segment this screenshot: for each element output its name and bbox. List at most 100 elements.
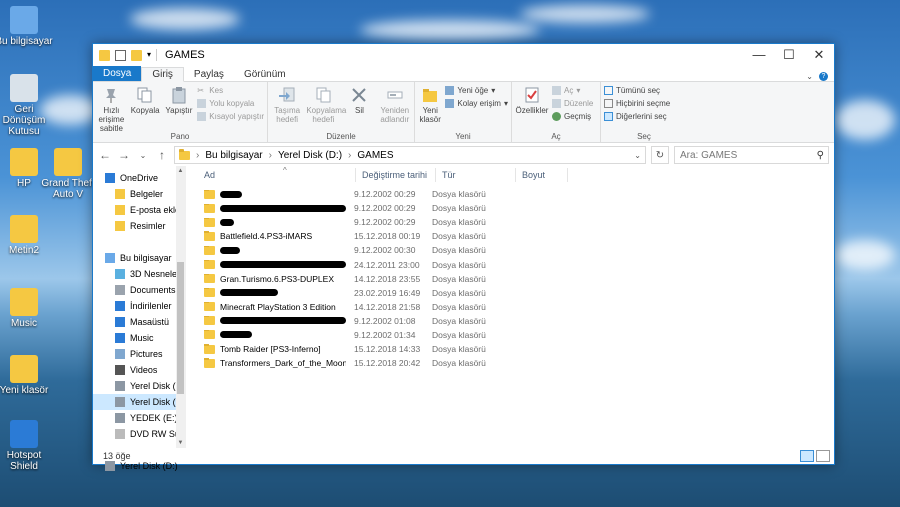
desktop-icon[interactable]: Metin2 <box>0 215 54 256</box>
folder-icon <box>54 148 82 176</box>
type-cell: Dosya klasörü <box>432 259 486 270</box>
desktop-icon[interactable]: Hotspot Shield <box>0 420 54 472</box>
search-input[interactable]: Ara: GAMES ⚲ <box>674 146 829 164</box>
column-date[interactable]: Değiştirme tarihi <box>356 168 436 182</box>
column-type[interactable]: Tür <box>436 168 516 182</box>
close-button[interactable]: ✕ <box>804 44 834 66</box>
large-icons-view-icon[interactable] <box>816 450 830 462</box>
nav-item[interactable]: DVD RW Sürücüsü <box>93 426 185 442</box>
move-to-button[interactable]: Taşıma hedefi <box>271 84 303 130</box>
select-all-button[interactable]: Tümünü seç <box>604 86 670 95</box>
details-view-icon[interactable] <box>800 450 814 462</box>
properties-button[interactable]: Özellikler <box>515 84 549 130</box>
nav-item[interactable]: Pictures <box>93 346 185 362</box>
desktop-icon[interactable]: Yeni klasör <box>0 355 54 396</box>
open-button[interactable]: Aç ▾ <box>552 86 593 95</box>
column-size[interactable]: Boyut <box>516 168 568 182</box>
table-row[interactable]: 24.12.2011 23:00 Dosya klasörü <box>186 257 834 271</box>
scroll-up-icon[interactable]: ▲ <box>176 168 185 174</box>
cut-button[interactable]: ✂ Kes <box>197 86 264 95</box>
copy-path-button[interactable]: Yolu kopyala <box>197 99 264 108</box>
desktop-icon[interactable]: Grand Theft Auto V <box>38 148 98 200</box>
table-row[interactable]: 9.12.2002 00:29 Dosya klasörü <box>186 187 834 201</box>
table-row[interactable]: 23.02.2019 16:49 Dosya klasörü <box>186 286 834 300</box>
table-row[interactable]: 9.12.2002 01:08 Dosya klasörü <box>186 314 834 328</box>
nav-item-label: İndirilenler <box>130 301 172 311</box>
help-icon[interactable]: ? <box>819 72 828 81</box>
new-folder-icon[interactable] <box>131 49 142 61</box>
nav-item[interactable]: Documents <box>93 282 185 298</box>
nav-item[interactable]: Bu bilgisayar <box>93 250 185 266</box>
table-row[interactable]: Tomb Raider [PS3-Inferno] 15.12.2018 14:3… <box>186 342 834 356</box>
folder-icon <box>204 245 215 255</box>
invert-selection-button[interactable]: Diğerlerini seç <box>604 112 670 121</box>
chevron-down-icon[interactable]: ⌄ <box>806 72 813 81</box>
table-row[interactable]: 9.12.2002 00:29 Dosya klasörü <box>186 201 834 215</box>
nav-item[interactable]: E-posta ekleri <box>93 202 185 218</box>
nav-item[interactable]: İndirilenler <box>93 298 185 314</box>
nav-item-label: YEDEK (E:) <box>130 413 178 423</box>
delete-button[interactable]: Sil <box>343 84 375 130</box>
table-row[interactable]: Gran.Turismo.6.PS3-DUPLEX 14.12.2018 23:5… <box>186 272 834 286</box>
new-item-button[interactable]: Yeni öğe ▾ <box>445 86 508 95</box>
scroll-thumb[interactable] <box>177 262 184 394</box>
desktop-icon[interactable]: Music <box>0 288 54 329</box>
tab-view[interactable]: Görünüm <box>234 68 296 81</box>
pin-quick-access-button[interactable]: Hızlı erişime sabitle <box>96 84 127 133</box>
paste-button[interactable]: Yapıştır <box>164 84 195 130</box>
properties-icon[interactable] <box>115 49 126 61</box>
nav-item[interactable]: OneDrive <box>93 170 185 186</box>
table-row[interactable]: Battlefield.4.PS3-iMARS 15.12.2018 00:19 D… <box>186 229 834 243</box>
back-button[interactable]: ← <box>98 148 112 162</box>
rename-button[interactable]: Yeniden adlandır <box>379 84 411 130</box>
chevron-down-icon[interactable]: ▾ <box>147 50 151 61</box>
nav-item[interactable]: Belgeler <box>93 186 185 202</box>
tab-file[interactable]: Dosya <box>93 66 142 81</box>
select-none-button[interactable]: Hiçbirini seçme <box>604 99 670 108</box>
paste-shortcut-button[interactable]: Kısayol yapıştır <box>197 112 264 121</box>
copy-button[interactable]: Kopyala <box>130 84 161 130</box>
nav-item[interactable]: Videos <box>93 362 185 378</box>
nav-item[interactable]: Masaüstü <box>93 314 185 330</box>
open-icon <box>552 86 561 95</box>
table-row[interactable]: 9.12.2002 01:34 Dosya klasörü <box>186 328 834 342</box>
nav-scrollbar[interactable]: ▲ ▼ <box>176 166 185 448</box>
easy-access-button[interactable]: Kolay erişim ▾ <box>445 99 508 108</box>
nav-item[interactable]: YEDEK (E:) <box>93 410 185 426</box>
breadcrumb-games[interactable]: GAMES <box>357 150 393 161</box>
maximize-button[interactable]: ☐ <box>774 44 804 66</box>
column-name[interactable]: Ad <box>186 168 356 182</box>
minimize-button[interactable]: — <box>744 44 774 66</box>
table-row[interactable]: 9.12.2002 00:30 Dosya klasörü <box>186 243 834 257</box>
tab-home[interactable]: Giriş <box>141 67 184 82</box>
breadcrumb-drive-d[interactable]: Yerel Disk (D:) <box>278 150 342 161</box>
nav-item[interactable]: Music <box>93 330 185 346</box>
tab-share[interactable]: Paylaş <box>184 68 234 81</box>
desktop-icon[interactable]: Bu bilgisayar <box>0 6 54 47</box>
copy-to-button[interactable]: Kopyalama hedefi <box>306 84 346 130</box>
desktop-icon[interactable]: Geri Dönüşüm Kutusu <box>0 74 54 137</box>
nav-item[interactable]: 3D Nesneler <box>93 266 185 282</box>
breadcrumb-this-pc[interactable]: Bu bilgisayar <box>205 150 262 161</box>
nav-item[interactable]: Yerel Disk (D:) <box>93 394 185 410</box>
scroll-down-icon[interactable]: ▼ <box>176 440 185 446</box>
search-placeholder: Ara: GAMES <box>680 149 738 161</box>
edit-button[interactable]: Düzenle <box>552 99 593 108</box>
chevron-down-icon[interactable]: ⌄ <box>634 151 641 160</box>
name-cell <box>186 316 346 326</box>
table-row[interactable]: Transformers_Dark_of_the_Moon_EUR_PS... 1… <box>186 356 834 370</box>
nav-item[interactable]: Resimler <box>93 218 185 234</box>
new-folder-button[interactable]: Yeni klasör <box>418 84 442 130</box>
table-row[interactable]: 9.12.2002 00:29 Dosya klasörü <box>186 215 834 229</box>
forward-button[interactable]: → <box>117 148 131 162</box>
history-button[interactable]: Geçmiş <box>552 112 593 121</box>
table-row[interactable]: Minecraft PlayStation 3 Edition 14.12.201… <box>186 300 834 314</box>
address-bar[interactable]: › Bu bilgisayar › Yerel Disk (D:) › GAME… <box>174 146 646 164</box>
nav-item[interactable]: Yerel Disk (C:) <box>93 378 185 394</box>
recent-locations-button[interactable]: ⌄ <box>136 151 150 160</box>
folder-icon <box>204 260 215 270</box>
copy-label: Kopyala <box>130 106 160 115</box>
refresh-button[interactable]: ↻ <box>651 146 669 164</box>
up-button[interactable]: ↑ <box>155 148 169 162</box>
chevron-down-icon: ▾ <box>491 86 496 95</box>
